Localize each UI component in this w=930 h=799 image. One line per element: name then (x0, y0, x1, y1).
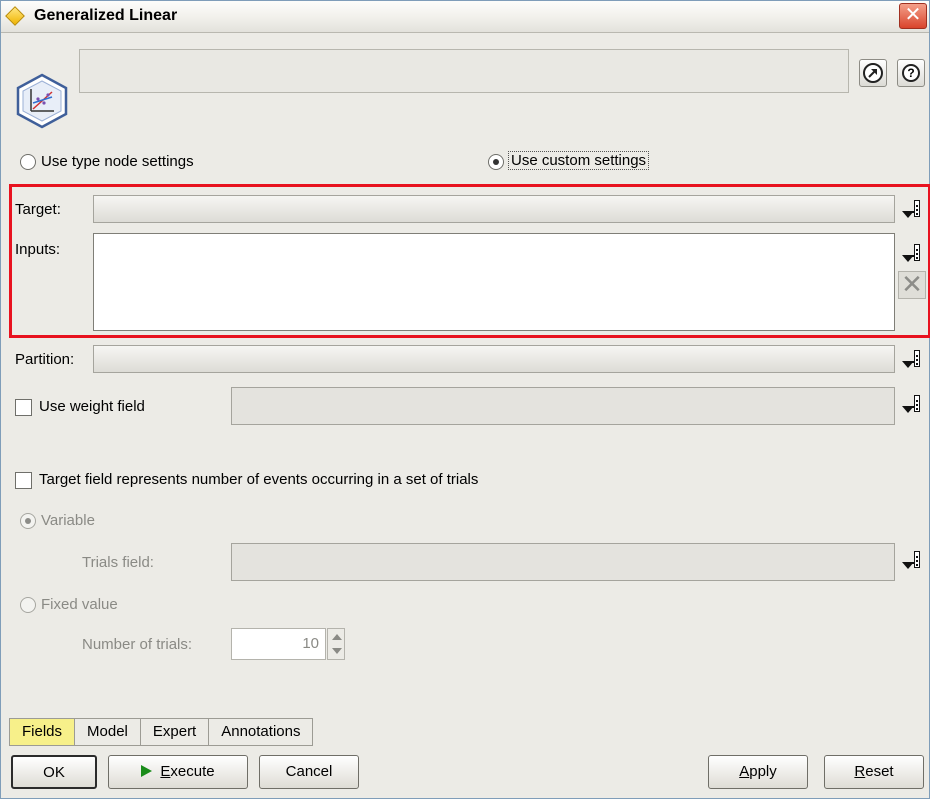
weight-combo[interactable] (231, 387, 895, 425)
play-icon (141, 765, 153, 777)
use-weight-field-label: Use weight field (39, 398, 145, 415)
target-field-picker-icon[interactable] (900, 197, 926, 223)
dialog-window: Generalized Linear ✕ ? Use type node set… (0, 0, 930, 799)
trials-field-combo[interactable] (231, 543, 895, 581)
window-title: Generalized Linear (34, 7, 178, 24)
reset-label: eset (865, 763, 894, 780)
tab-annotations[interactable]: Annotations (209, 718, 314, 746)
variable-radio[interactable] (20, 513, 36, 529)
number-of-trials-stepper[interactable] (327, 628, 345, 660)
inputs-field-picker-icon[interactable] (900, 241, 926, 267)
target-label: Target: (15, 201, 61, 218)
number-of-trials-label: Number of trials: (82, 636, 193, 653)
generalized-linear-node-icon (16, 73, 68, 129)
arrow-up-right-icon (863, 63, 883, 83)
type-node-settings-label: Use type node settings (41, 153, 194, 170)
events-trials-checkbox[interactable] (15, 472, 32, 489)
inputs-listbox[interactable] (93, 233, 895, 331)
custom-settings-radio[interactable] (488, 154, 504, 170)
title-bar[interactable]: Generalized Linear ✕ (1, 1, 929, 33)
tab-fields[interactable]: Fields (9, 718, 76, 746)
partition-combo[interactable] (93, 345, 895, 373)
spin-up-icon[interactable] (332, 634, 342, 640)
reset-button[interactable]: Reset (824, 755, 924, 789)
trials-field-label: Trials field: (82, 554, 154, 571)
remove-input-button[interactable]: ✕ (898, 271, 926, 299)
execute-button[interactable]: Execute (108, 755, 248, 789)
spin-down-icon[interactable] (332, 648, 342, 654)
apply-button[interactable]: Apply (708, 755, 808, 789)
tab-model[interactable]: Model (75, 718, 141, 746)
app-diamond-icon (5, 6, 25, 26)
close-button[interactable]: ✕ (899, 3, 927, 29)
fixed-value-radio[interactable] (20, 597, 36, 613)
fixed-value-label: Fixed value (41, 596, 118, 613)
execute-label: xecute (170, 763, 215, 780)
number-of-trials-input[interactable]: 10 (231, 628, 326, 660)
cancel-button[interactable]: Cancel (259, 755, 359, 789)
help-button[interactable]: ? (897, 59, 925, 87)
events-trials-label: Target field represents number of events… (39, 471, 479, 488)
apply-mnemonic: A (739, 763, 750, 780)
dialog-tabs: Fields Model Expert Annotations (9, 718, 314, 746)
execute-mnemonic: E (160, 763, 171, 780)
ok-button[interactable]: OK (11, 755, 97, 789)
apply-label: pply (749, 763, 777, 780)
tab-expert[interactable]: Expert (140, 718, 210, 746)
node-name-field[interactable] (79, 49, 849, 93)
variable-label: Variable (41, 512, 95, 529)
partition-field-picker-icon[interactable] (900, 347, 926, 373)
use-weight-field-checkbox[interactable] (15, 399, 32, 416)
trials-field-picker-icon[interactable] (900, 548, 926, 574)
launch-button[interactable] (859, 59, 887, 87)
weight-field-picker-icon[interactable] (900, 392, 926, 418)
type-node-settings-radio[interactable] (20, 154, 36, 170)
help-icon: ? (902, 64, 920, 82)
custom-settings-label: Use custom settings (508, 151, 650, 170)
inputs-label: Inputs: (15, 241, 61, 258)
target-combo[interactable] (93, 195, 895, 223)
reset-mnemonic: R (854, 763, 866, 780)
partition-label: Partition: (15, 351, 75, 368)
